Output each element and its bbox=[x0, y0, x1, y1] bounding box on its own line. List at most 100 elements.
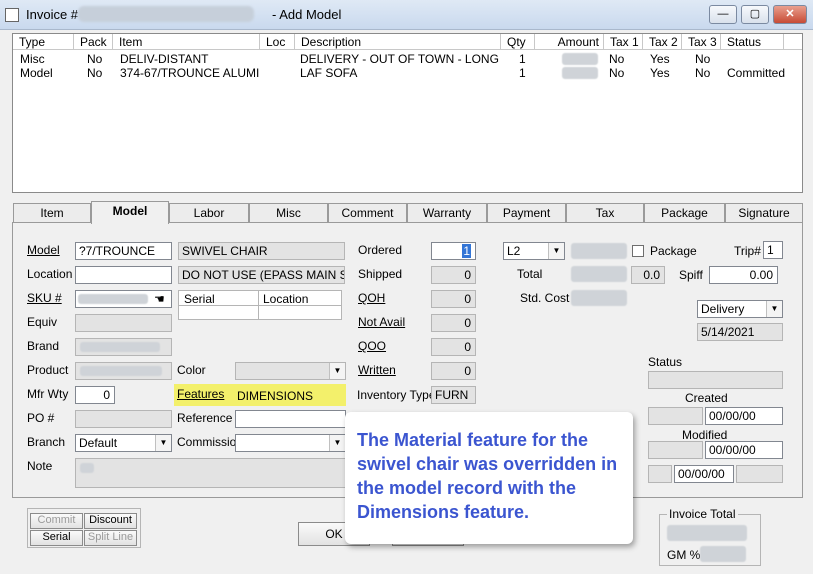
col-header-tax3[interactable]: Tax 3 bbox=[682, 34, 721, 50]
created-date[interactable]: 00/00/00 bbox=[705, 407, 783, 425]
tab-payment[interactable]: Payment bbox=[487, 203, 566, 223]
total-value: 0.0 bbox=[631, 266, 665, 284]
location-input[interactable] bbox=[75, 266, 172, 284]
row2-tax1[interactable]: No bbox=[609, 66, 624, 80]
price-level-select[interactable]: L2 ▼ bbox=[503, 242, 565, 260]
brand-field bbox=[75, 338, 172, 356]
chevron-down-icon[interactable]: ▼ bbox=[155, 435, 171, 451]
note-label: Note bbox=[27, 459, 53, 473]
col-header-type[interactable]: Type bbox=[13, 34, 74, 50]
mfr-wty-label: Mfr Wty bbox=[27, 387, 69, 401]
package-label: Package bbox=[650, 244, 697, 258]
row1-tax1[interactable]: No bbox=[609, 52, 624, 66]
tab-package[interactable]: Package bbox=[644, 203, 725, 223]
col-header-qty[interactable]: Qty bbox=[501, 34, 535, 50]
inventory-type-value: FURN bbox=[431, 386, 476, 404]
tab-tax[interactable]: Tax bbox=[566, 203, 644, 223]
total-label: Total bbox=[517, 267, 543, 281]
row1-pack[interactable]: No bbox=[87, 52, 102, 66]
sku-label[interactable]: SKU # bbox=[27, 291, 62, 305]
trip-input[interactable]: 1 bbox=[763, 241, 783, 259]
row2-tax2[interactable]: Yes bbox=[650, 66, 670, 80]
invoice-lines-grid[interactable]: Type Pack Item Loc Description Qty Amoun… bbox=[12, 33, 803, 193]
reference-input[interactable] bbox=[235, 410, 346, 428]
col-header-amount[interactable]: Amount bbox=[535, 34, 604, 50]
chevron-down-icon[interactable]: ▼ bbox=[548, 243, 564, 259]
tab-warranty[interactable]: Warranty bbox=[407, 203, 487, 223]
col-header-tax2[interactable]: Tax 2 bbox=[643, 34, 682, 50]
row2-item[interactable]: 374-67/TROUNCE ALUMI bbox=[120, 66, 259, 80]
row1-tax3[interactable]: No bbox=[695, 52, 710, 66]
chevron-down-icon[interactable]: ▼ bbox=[766, 301, 782, 317]
row2-description[interactable]: LAF SOFA bbox=[300, 66, 357, 80]
serial-col-header[interactable]: Serial bbox=[184, 292, 215, 306]
col-header-item[interactable]: Item bbox=[113, 34, 260, 50]
row2-tax3[interactable]: No bbox=[695, 66, 710, 80]
location-col-header[interactable]: Location bbox=[263, 292, 308, 306]
reference-label: Reference bbox=[177, 411, 233, 425]
delivery-select[interactable]: Delivery ▼ bbox=[697, 300, 783, 318]
sku-input[interactable]: ☚ bbox=[75, 290, 172, 308]
row1-qty[interactable]: 1 bbox=[519, 52, 526, 66]
total-redacted bbox=[571, 266, 627, 282]
color-select[interactable]: ▼ bbox=[235, 362, 346, 380]
row1-type[interactable]: Misc bbox=[20, 52, 45, 66]
commission-select[interactable]: ▼ bbox=[235, 434, 346, 452]
extra-date[interactable]: 00/00/00 bbox=[674, 465, 734, 483]
qoo-label[interactable]: QOO bbox=[358, 339, 386, 353]
col-header-loc[interactable]: Loc bbox=[260, 34, 295, 50]
modified-date[interactable]: 00/00/00 bbox=[705, 441, 783, 459]
tab-labor[interactable]: Labor bbox=[169, 203, 249, 223]
note-field[interactable] bbox=[75, 458, 355, 488]
spiff-input[interactable]: 0.00 bbox=[709, 266, 778, 284]
brand-label: Brand bbox=[27, 339, 60, 353]
row1-tax2[interactable]: Yes bbox=[650, 52, 670, 66]
written-value: 0 bbox=[431, 362, 476, 380]
chevron-down-icon[interactable]: ▼ bbox=[329, 435, 345, 451]
row2-type[interactable]: Model bbox=[20, 66, 53, 80]
qoh-label[interactable]: QOH bbox=[358, 291, 385, 305]
branch-select[interactable]: Default ▼ bbox=[75, 434, 172, 452]
serial-location-list[interactable]: Serial Location bbox=[178, 290, 342, 320]
extra-field-2 bbox=[736, 465, 783, 483]
minimize-button[interactable]: — bbox=[709, 5, 737, 24]
commit-button[interactable]: Commit bbox=[30, 513, 83, 529]
col-header-tax1[interactable]: Tax 1 bbox=[604, 34, 643, 50]
col-header-status[interactable]: Status bbox=[721, 34, 784, 50]
tab-item[interactable]: Item bbox=[13, 203, 91, 223]
status-field bbox=[648, 371, 783, 389]
written-label[interactable]: Written bbox=[358, 363, 396, 377]
serial-button[interactable]: Serial bbox=[30, 530, 83, 546]
row2-amount-redacted bbox=[562, 67, 598, 79]
tab-misc[interactable]: Misc bbox=[249, 203, 328, 223]
mfr-wty-input[interactable]: 0 bbox=[75, 386, 115, 404]
grid-header: Type Pack Item Loc Description Qty Amoun… bbox=[13, 34, 802, 50]
ordered-input[interactable]: 1 bbox=[431, 242, 476, 260]
chevron-down-icon[interactable]: ▼ bbox=[329, 363, 345, 379]
features-label[interactable]: Features bbox=[177, 387, 224, 401]
close-button[interactable]: ✕ bbox=[773, 5, 807, 24]
split-line-button[interactable]: Split Line bbox=[84, 530, 137, 546]
po-label: PO # bbox=[27, 411, 55, 425]
col-header-description[interactable]: Description bbox=[295, 34, 501, 50]
not-avail-label[interactable]: Not Avail bbox=[358, 315, 405, 329]
row1-item[interactable]: DELIV-DISTANT bbox=[120, 52, 208, 66]
model-lookup-icon[interactable] bbox=[155, 243, 171, 259]
ordered-value: 1 bbox=[462, 244, 471, 258]
tab-signature[interactable]: Signature bbox=[725, 203, 803, 223]
tab-model[interactable]: Model bbox=[91, 201, 169, 224]
invoice-total-label: Invoice Total bbox=[667, 507, 738, 521]
row2-qty[interactable]: 1 bbox=[519, 66, 526, 80]
maximize-button[interactable]: ▢ bbox=[741, 5, 769, 24]
row2-status[interactable]: Committed bbox=[727, 66, 785, 80]
features-value[interactable]: DIMENSIONS bbox=[237, 389, 313, 403]
discount-button[interactable]: Discount bbox=[84, 513, 137, 529]
tab-comment[interactable]: Comment bbox=[328, 203, 407, 223]
row1-description[interactable]: DELIVERY - OUT OF TOWN - LONG bbox=[300, 52, 499, 66]
model-input[interactable]: ?7/TROUNCE ALI bbox=[75, 242, 172, 260]
package-checkbox[interactable] bbox=[632, 245, 644, 257]
model-label[interactable]: Model bbox=[27, 243, 60, 257]
col-header-pack[interactable]: Pack bbox=[74, 34, 113, 50]
row2-pack[interactable]: No bbox=[87, 66, 102, 80]
hand-pointer-icon[interactable]: ☚ bbox=[154, 291, 165, 307]
